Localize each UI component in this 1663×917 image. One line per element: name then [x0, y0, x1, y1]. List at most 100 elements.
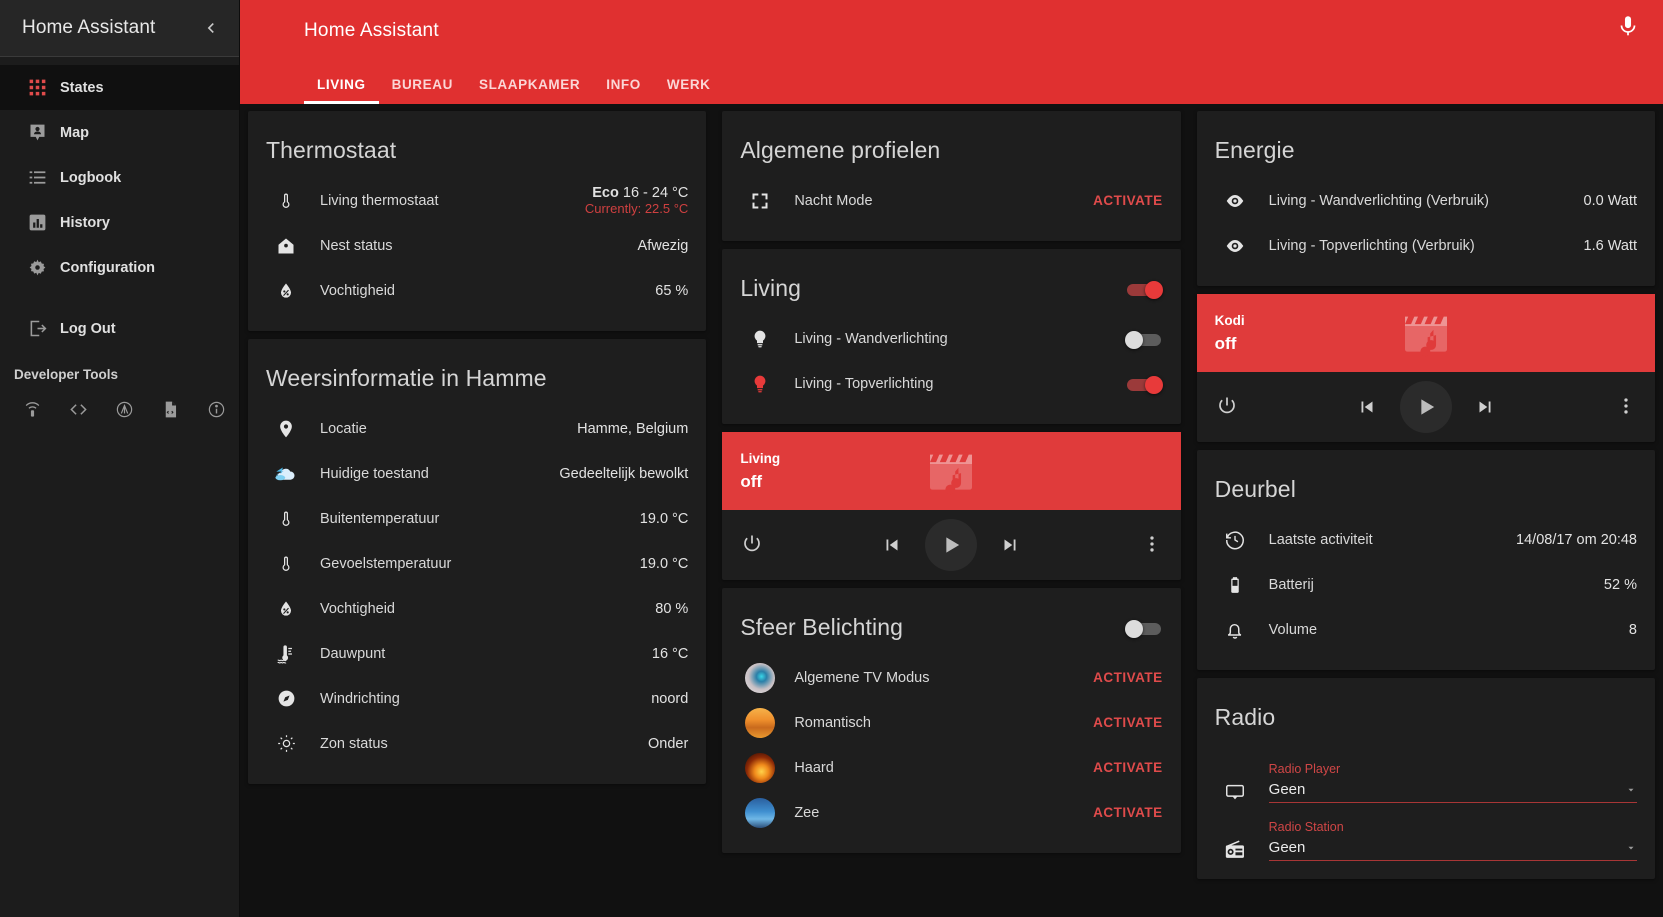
radio-player-select-row: Radio Player Geen	[1215, 745, 1637, 803]
row-scene-zee[interactable]: Zee ACTIVATE	[740, 790, 1162, 835]
row-energie-topverlichting[interactable]: Living - Topverlichting (Verbruik) 1.6 W…	[1215, 223, 1637, 268]
play-button[interactable]	[925, 519, 977, 571]
play-button[interactable]	[1400, 381, 1452, 433]
scene-thumbnail	[740, 663, 780, 693]
radio-player-field[interactable]: Radio Player Geen	[1255, 760, 1637, 803]
row-zon-status[interactable]: Zon status Onder	[266, 721, 688, 766]
activate-button[interactable]: ACTIVATE	[1081, 670, 1163, 685]
wandverlichting-toggle[interactable]	[1125, 331, 1163, 347]
sidebar-item-logbook[interactable]: Logbook	[0, 155, 239, 200]
power-icon[interactable]	[1215, 394, 1241, 420]
topverlichting-toggle[interactable]	[1125, 376, 1163, 392]
row-living-thermostaat[interactable]: Living thermostaat Eco 16 - 24 °C Curren…	[266, 178, 688, 223]
sidebar-item-states[interactable]: States	[0, 65, 239, 110]
row-huidige-toestand[interactable]: Huidige toestand Gedeeltelijk bewolkt	[266, 451, 688, 496]
media-banner[interactable]: Kodi off	[1197, 294, 1655, 372]
row-nest-status[interactable]: Nest status Afwezig	[266, 223, 688, 268]
toggle-knob	[1145, 376, 1163, 394]
dots-vertical-icon[interactable]	[1615, 394, 1637, 420]
row-buitentemperatuur[interactable]: Buitentemperatuur 19.0 °C	[266, 496, 688, 541]
media-transport	[1197, 381, 1655, 433]
card-title: Algemene profielen	[722, 111, 1180, 178]
dots-vertical-icon[interactable]	[1141, 532, 1163, 558]
power-icon[interactable]	[740, 532, 766, 558]
row-batterij[interactable]: Batterij 52 %	[1215, 562, 1637, 607]
weather-partly-cloudy-icon	[266, 463, 306, 485]
activate-button[interactable]: ACTIVATE	[1081, 805, 1163, 820]
card-energie: Energie Living - Wandverlichting (Verbru…	[1197, 111, 1655, 286]
skip-next-icon[interactable]	[1474, 396, 1496, 418]
sidebar-item-label: History	[60, 215, 110, 231]
scene-thumbnail	[740, 753, 780, 783]
media-banner[interactable]: Living off	[722, 432, 1180, 510]
sidebar-header: Home Assistant	[0, 0, 239, 57]
card-radio: Radio Radio Player Geen	[1197, 678, 1655, 879]
app-root: Home Assistant States Map	[0, 0, 1663, 917]
battery-icon	[1215, 575, 1255, 595]
sidebar-item-map[interactable]: Map	[0, 110, 239, 155]
row-label: Haard	[780, 760, 1081, 776]
skip-previous-icon[interactable]	[1356, 396, 1378, 418]
row-laatste-activiteit[interactable]: Laatste activiteit 14/08/17 om 20:48	[1215, 517, 1637, 562]
file-code-icon[interactable]	[147, 392, 193, 426]
activate-button[interactable]: ACTIVATE	[1081, 193, 1163, 208]
row-label: Zon status	[306, 736, 648, 752]
row-gevoelstemperatuur[interactable]: Gevoelstemperatuur 19.0 °C	[266, 541, 688, 586]
row-volume[interactable]: Volume 8	[1215, 607, 1637, 652]
sidebar-item-history[interactable]: History	[0, 200, 239, 245]
card-thermostaat: Thermostaat Living thermostaat Eco 16 - …	[248, 111, 706, 331]
field-value: Geen	[1269, 839, 1306, 856]
row-wandverlichting[interactable]: Living - Wandverlichting	[740, 316, 1162, 361]
row-windrichting[interactable]: Windrichting noord	[266, 676, 688, 721]
row-scene-haard[interactable]: Haard ACTIVATE	[740, 745, 1162, 790]
remote-icon[interactable]	[10, 392, 56, 426]
media-transport	[722, 519, 1180, 571]
row-scene-tv-modus[interactable]: Algemene TV Modus ACTIVATE	[740, 655, 1162, 700]
activate-button[interactable]: ACTIVATE	[1081, 715, 1163, 730]
row-vochtigheid-weer[interactable]: Vochtigheid 80 %	[266, 586, 688, 631]
column-3: Energie Living - Wandverlichting (Verbru…	[1189, 111, 1663, 917]
tab-living[interactable]: LIVING	[304, 77, 379, 104]
row-dauwpunt[interactable]: Dauwpunt 16 °C	[266, 631, 688, 676]
tab-info[interactable]: INFO	[593, 77, 654, 104]
row-topverlichting[interactable]: Living - Topverlichting	[740, 361, 1162, 406]
skip-previous-icon[interactable]	[881, 534, 903, 556]
living-group-toggle[interactable]	[1125, 281, 1163, 297]
sidebar-title: Home Assistant	[22, 17, 155, 39]
field-line: Geen	[1269, 781, 1637, 803]
information-outline-icon[interactable]	[193, 392, 239, 426]
radio-station-field[interactable]: Radio Station Geen	[1255, 818, 1637, 861]
row-value: 19.0 °C	[640, 511, 689, 527]
water-percent-icon	[266, 281, 306, 301]
compass-icon	[266, 688, 306, 709]
card-title: Energie	[1197, 111, 1655, 178]
row-nacht-mode[interactable]: Nacht Mode ACTIVATE	[740, 178, 1162, 223]
row-label: Romantisch	[780, 715, 1081, 731]
activate-button[interactable]: ACTIVATE	[1081, 760, 1163, 775]
sidebar-item-configuration[interactable]: Configuration	[0, 245, 239, 290]
tab-slaapkamer[interactable]: SLAAPKAMER	[466, 77, 593, 104]
row-energie-wandverlichting[interactable]: Living - Wandverlichting (Verbruik) 0.0 …	[1215, 178, 1637, 223]
map-marker-icon	[266, 419, 306, 439]
card-title: Thermostaat	[248, 111, 706, 178]
sidebar-item-label: States	[60, 80, 104, 96]
chevron-down-icon[interactable]	[1625, 784, 1637, 796]
tab-bureau[interactable]: BUREAU	[379, 77, 466, 104]
skip-next-icon[interactable]	[999, 534, 1021, 556]
row-value: 19.0 °C	[640, 556, 689, 572]
broadcast-icon[interactable]	[102, 392, 148, 426]
column-1: Thermostaat Living thermostaat Eco 16 - …	[240, 111, 714, 917]
row-locatie[interactable]: Locatie Hamme, Belgium	[266, 406, 688, 451]
card-title: Living	[740, 275, 801, 302]
microphone-icon[interactable]	[1615, 13, 1641, 39]
sidebar-item-logout[interactable]: Log Out	[0, 306, 239, 351]
tab-werk[interactable]: WERK	[654, 77, 724, 104]
chevron-left-icon[interactable]	[197, 14, 225, 42]
row-scene-romantisch[interactable]: Romantisch ACTIVATE	[740, 700, 1162, 745]
chevron-down-icon[interactable]	[1625, 842, 1637, 854]
code-tags-icon[interactable]	[56, 392, 102, 426]
row-vochtigheid[interactable]: Vochtigheid 65 %	[266, 268, 688, 313]
sfeer-group-toggle[interactable]	[1125, 620, 1163, 636]
scene-thumbnail	[740, 798, 780, 828]
thermometer-icon	[266, 554, 306, 574]
